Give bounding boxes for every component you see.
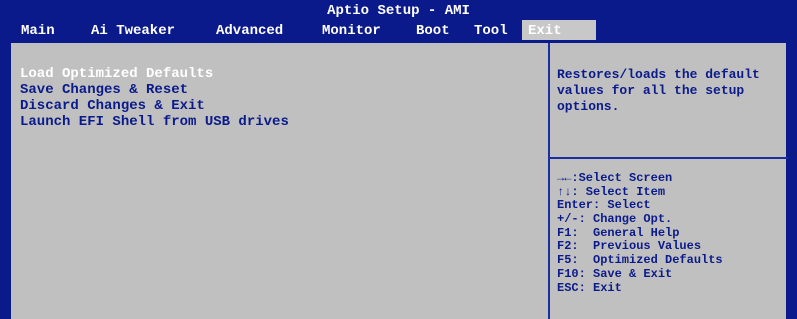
tab-advanced[interactable]: Advanced [216,20,283,40]
key-select-screen: →←:Select Screen [557,171,673,185]
menu-item-discard-changes-exit[interactable]: Discard Changes & Exit [20,98,205,114]
bios-setup-screen: Aptio Setup - AMI Main Ai Tweaker Advanc… [0,0,797,319]
tab-main[interactable]: Main [21,20,55,40]
key-esc-exit: ESC: Exit [557,280,622,295]
tab-ai-tweaker[interactable]: Ai Tweaker [91,20,175,40]
tab-tool[interactable]: Tool [474,20,508,40]
key-legend: →←:Select Screen ↑↓: Select Item Enter: … [557,171,785,295]
tab-boot[interactable]: Boot [416,20,450,40]
key-optimized-defaults: F5: Optimized Defaults [557,253,723,268]
window-title: Aptio Setup - AMI [327,3,470,19]
menu-item-launch-efi-shell[interactable]: Launch EFI Shell from USB drives [20,114,289,130]
menu-item-load-optimized-defaults[interactable]: Load Optimized Defaults [20,66,213,82]
menu-item-save-changes-reset[interactable]: Save Changes & Reset [20,82,188,98]
tab-exit[interactable]: Exit [522,20,596,40]
key-change-opt: +/-: Change Opt. [557,212,673,227]
vertical-divider [548,43,550,319]
tab-bar: Main Ai Tweaker Advanced Monitor Boot To… [0,20,797,40]
tab-monitor[interactable]: Monitor [322,20,381,40]
key-select-item: ↑↓: Select Item [557,184,666,199]
main-panel: Load Optimized Defaults Save Changes & R… [9,43,788,319]
key-enter-select: Enter: Select [557,198,651,213]
key-general-help: F1: General Help [557,225,680,240]
help-text: Restores/loads the default values for al… [557,67,768,114]
key-save-exit: F10: Save & Exit [557,266,673,281]
key-previous-values: F2: Previous Values [557,239,702,254]
horizontal-divider [550,157,788,159]
